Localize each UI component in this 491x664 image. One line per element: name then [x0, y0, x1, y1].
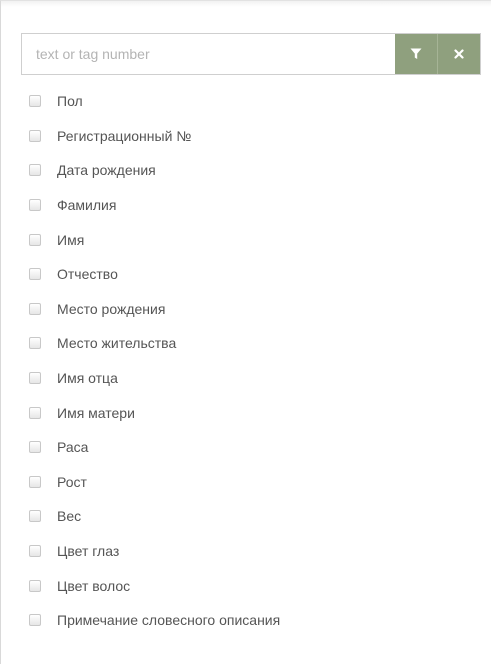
search-input[interactable] — [22, 34, 395, 74]
list-item[interactable]: Вес — [23, 499, 280, 534]
field-label: Рост — [57, 473, 87, 490]
list-item[interactable]: Примечание словесного описания — [23, 603, 280, 638]
list-item[interactable]: Рост — [23, 465, 280, 500]
field-label: Место рождения — [57, 300, 166, 317]
field-label: Регистрационный № — [57, 127, 192, 144]
filter-panel: Пол Регистрационный № Дата рождения Фами… — [0, 0, 491, 664]
list-item[interactable]: Цвет волос — [23, 568, 280, 603]
field-label: Раса — [57, 439, 89, 456]
field-checkbox[interactable] — [29, 199, 41, 212]
field-checkbox[interactable] — [29, 510, 41, 523]
field-checkbox[interactable] — [29, 475, 41, 488]
field-checkbox[interactable] — [29, 406, 41, 419]
field-label: Пол — [57, 93, 83, 110]
field-list: Пол Регистрационный № Дата рождения Фами… — [23, 84, 280, 638]
field-checkbox[interactable] — [29, 164, 41, 177]
field-checkbox[interactable] — [29, 579, 41, 592]
field-checkbox[interactable] — [29, 129, 41, 142]
field-label: Имя — [57, 231, 85, 248]
list-item[interactable]: Имя — [23, 222, 280, 257]
list-item[interactable]: Цвет глаз — [23, 534, 280, 569]
field-checkbox[interactable] — [29, 372, 41, 385]
clear-button[interactable] — [437, 34, 480, 74]
field-label: Примечание словесного описания — [57, 612, 281, 629]
search-bar — [21, 33, 481, 75]
filter-button[interactable] — [395, 34, 437, 74]
field-label: Дата рождения — [57, 162, 156, 179]
field-checkbox[interactable] — [29, 268, 41, 281]
field-label: Имя отца — [57, 370, 118, 387]
list-item[interactable]: Дата рождения — [23, 153, 280, 188]
field-label: Цвет волос — [57, 577, 131, 594]
list-item[interactable]: Раса — [23, 430, 280, 465]
field-label: Отчество — [57, 266, 118, 283]
field-label: Фамилия — [57, 197, 117, 214]
list-item[interactable]: Пол — [23, 84, 280, 119]
field-label: Цвет глаз — [57, 543, 120, 560]
filter-icon — [410, 48, 422, 59]
field-checkbox[interactable] — [29, 614, 41, 627]
field-checkbox[interactable] — [29, 302, 41, 315]
list-item[interactable]: Имя матери — [23, 395, 280, 430]
list-item[interactable]: Имя отца — [23, 361, 280, 396]
panel-top-edge — [1, 1, 491, 7]
list-item[interactable]: Регистрационный № — [23, 119, 280, 154]
field-checkbox[interactable] — [29, 441, 41, 454]
field-checkbox[interactable] — [29, 233, 41, 246]
list-item[interactable]: Отчество — [23, 257, 280, 292]
list-item[interactable]: Место рождения — [23, 292, 280, 327]
close-icon — [454, 49, 464, 59]
field-checkbox[interactable] — [29, 95, 41, 108]
list-item[interactable]: Фамилия — [23, 188, 280, 223]
field-label: Вес — [57, 508, 82, 525]
list-item[interactable]: Место жительства — [23, 326, 280, 361]
field-checkbox[interactable] — [29, 545, 41, 558]
field-label: Имя матери — [57, 404, 135, 421]
field-checkbox[interactable] — [29, 337, 41, 350]
field-label: Место жительства — [57, 335, 177, 352]
